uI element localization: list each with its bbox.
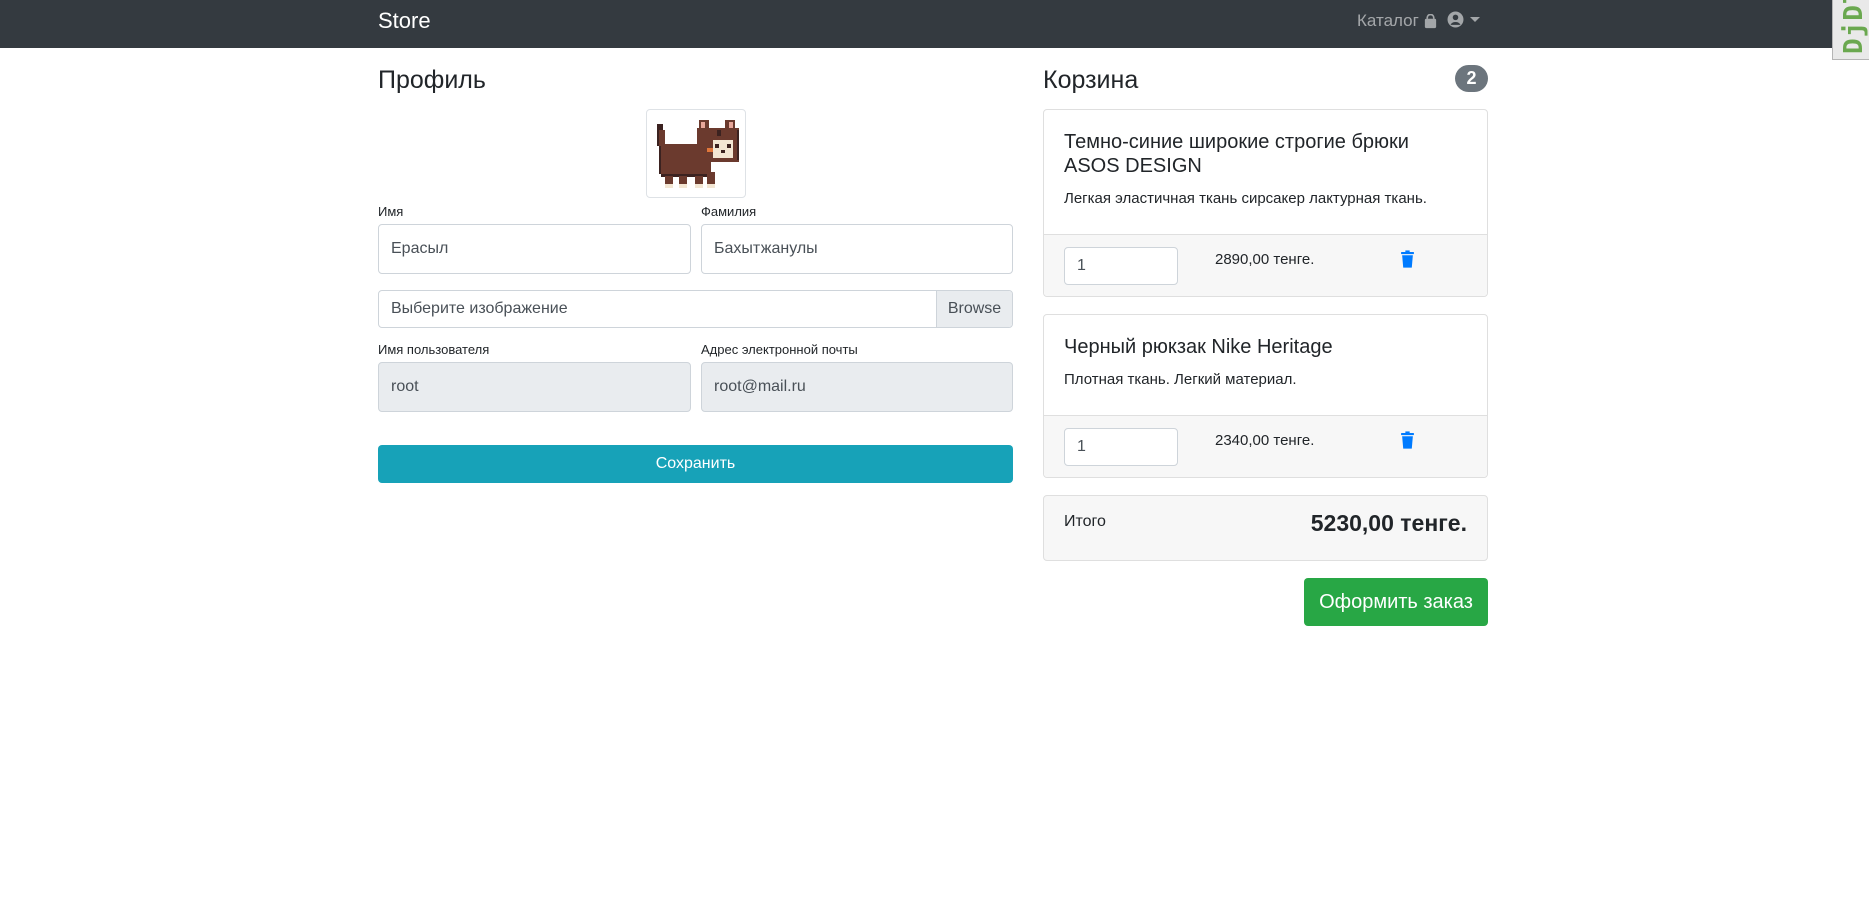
user-menu-dropdown[interactable]: [1447, 11, 1480, 28]
cart-title: Корзина: [1043, 66, 1139, 94]
user-circle-icon: [1447, 11, 1464, 28]
total-value: 5230,00 тенге.: [1310, 510, 1467, 536]
last-name-field[interactable]: Бахытжанулы: [701, 224, 1013, 274]
checkout-button[interactable]: Оформить заказ: [1304, 578, 1488, 626]
cart-item: Черный рюкзак Nike Heritage Плотная ткан…: [1043, 314, 1488, 478]
debug-toolbar-logo: DjDT: [1839, 0, 1869, 54]
first-name-field[interactable]: Ерасыл: [378, 224, 691, 274]
cart-item-footer: 1 2890,00 тенге.: [1044, 234, 1487, 296]
cart-item-price: 2340,00 тенге.: [1215, 432, 1315, 449]
browse-button[interactable]: Browse: [936, 291, 1012, 327]
avatar: [646, 109, 746, 198]
debug-toolbar-handle[interactable]: DjDT: [1832, 0, 1869, 60]
trash-icon[interactable]: [1400, 431, 1415, 449]
username-label: Имя пользователя: [378, 342, 490, 357]
top-navbar: Store Каталог: [0, 0, 1869, 48]
cat-avatar-image: [657, 120, 739, 188]
profile-title: Профиль: [378, 66, 486, 94]
email-label: Адрес электронной почты: [701, 342, 858, 357]
cart-item-description: Плотная ткань. Легкий материал.: [1064, 371, 1297, 388]
brand-link[interactable]: Store: [378, 10, 431, 32]
cart-total: Итого 5230,00 тенге.: [1043, 495, 1488, 561]
username-field: root: [378, 362, 691, 412]
cart-item-price: 2890,00 тенге.: [1215, 251, 1315, 268]
cart-item: Темно-синие широкие строгие брюки ASOS D…: [1043, 109, 1488, 297]
trash-icon[interactable]: [1400, 250, 1415, 268]
quantity-input[interactable]: 1: [1064, 247, 1178, 285]
total-label: Итого: [1064, 513, 1106, 530]
first-name-label: Имя: [378, 204, 404, 219]
chevron-down-icon: [1470, 17, 1480, 22]
nav-catalog-label: Каталог: [1357, 11, 1419, 30]
quantity-input[interactable]: 1: [1064, 428, 1178, 466]
image-file-input[interactable]: Выберите изображение Browse: [378, 290, 1013, 328]
cart-item-title: Темно-синие широкие строгие брюки ASOS D…: [1064, 131, 1409, 177]
shopping-bag-icon: [1424, 13, 1436, 28]
cart-item-title: Черный рюкзак Nike Heritage: [1064, 336, 1333, 358]
image-file-placeholder: Выберите изображение: [391, 300, 568, 317]
cart-item-description: Легкая эластичная ткань сирсакер лактурн…: [1064, 190, 1427, 207]
email-field: root@mail.ru: [701, 362, 1013, 412]
save-button[interactable]: Сохранить: [378, 445, 1013, 483]
nav-catalog-link[interactable]: Каталог: [1357, 11, 1438, 31]
cart-count-badge: 2: [1455, 65, 1488, 92]
cart-item-footer: 1 2340,00 тенге.: [1044, 415, 1487, 477]
last-name-label: Фамилия: [701, 204, 757, 219]
